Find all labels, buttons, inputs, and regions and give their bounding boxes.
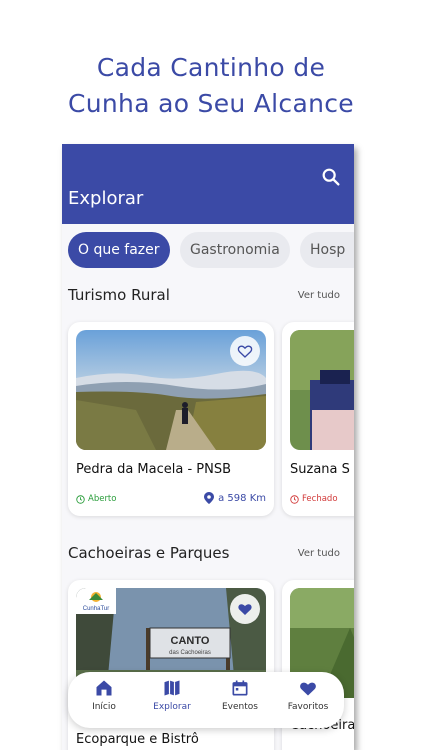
nav-label: Explorar	[153, 702, 191, 712]
nav-item-inicio[interactable]: Início	[72, 678, 136, 712]
nav-label: Favoritos	[287, 702, 329, 712]
card-title: Ecoparque e Bistrô	[76, 732, 199, 747]
nav-label: Eventos	[222, 702, 258, 712]
category-chips: O que fazer Gastronomia Hosp	[62, 232, 354, 272]
nav-item-explorar[interactable]: Explorar	[140, 678, 204, 712]
headline-line-2: Cunha ao Seu Alcance	[68, 89, 354, 118]
card-title: Suzana S	[290, 462, 350, 477]
sign-text: CANTO	[171, 635, 210, 647]
nav-item-eventos[interactable]: Eventos	[208, 678, 272, 712]
distance: a 598 Km	[204, 492, 266, 504]
section-title-turismo-rural: Turismo Rural	[68, 286, 170, 304]
status-text: Fechado	[302, 494, 338, 504]
clock-icon	[76, 494, 85, 504]
bottom-navigation: Início Explorar Eventos Favoritos	[68, 672, 344, 728]
chip-hospedagem[interactable]: Hosp	[300, 232, 354, 268]
headline: Cada Cantinho de Cunha ao Seu Alcance	[0, 50, 422, 122]
calendar-icon	[232, 680, 248, 696]
favorite-button[interactable]	[230, 594, 260, 624]
card-title: Pedra da Macela - PNSB	[76, 462, 232, 477]
see-all-turismo-rural[interactable]: Ver tudo	[298, 290, 340, 301]
heart-filled-icon	[238, 604, 252, 615]
heart-icon	[237, 345, 253, 358]
status-text: Aberto	[88, 494, 117, 504]
page-title: Explorar	[68, 188, 144, 209]
favorite-button[interactable]	[230, 336, 260, 366]
card-suzana[interactable]: Suzana S Fechado	[282, 322, 354, 516]
sign-subtext: das Cachoeiras	[169, 650, 211, 656]
search-icon[interactable]	[320, 166, 342, 188]
card-image	[290, 330, 354, 450]
section-title-cachoeiras: Cachoeiras e Parques	[68, 544, 230, 562]
see-all-cachoeiras[interactable]: Ver tudo	[298, 548, 340, 559]
headline-line-1: Cada Cantinho de	[96, 53, 326, 82]
logo-text: CunhaTur	[83, 606, 109, 612]
map-icon	[164, 680, 180, 696]
status-badge: Aberto	[76, 494, 116, 504]
chip-o-que-fazer[interactable]: O que fazer	[68, 232, 170, 268]
heart-icon	[300, 682, 316, 696]
nav-label: Início	[92, 702, 116, 712]
phone-screen: Explorar O que fazer Gastronomia Hosp Tu…	[62, 144, 354, 750]
location-pin-icon	[204, 492, 215, 504]
nav-item-favoritos[interactable]: Favoritos	[276, 678, 340, 712]
app-bar: Explorar	[62, 144, 354, 224]
chip-gastronomia[interactable]: Gastronomia	[180, 232, 290, 268]
home-icon	[96, 680, 112, 696]
card-pedra-da-macela[interactable]: Pedra da Macela - PNSB Aberto a 598 Km	[68, 322, 274, 516]
status-badge: Fechado	[290, 494, 338, 504]
clock-icon	[290, 494, 299, 504]
distance-text: a 598 Km	[218, 492, 266, 504]
